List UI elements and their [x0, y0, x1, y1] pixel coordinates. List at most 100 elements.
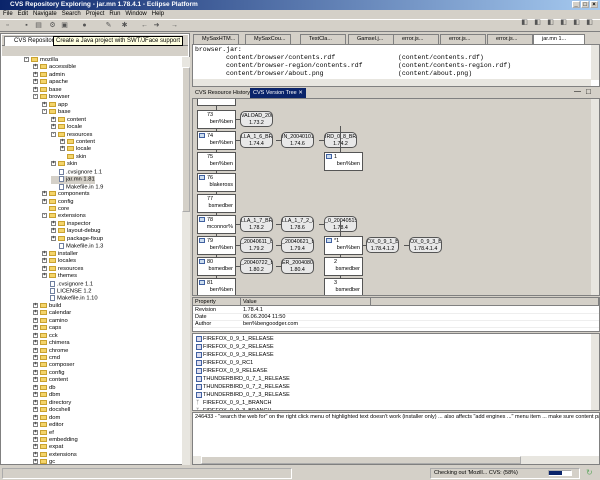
tag-list-item[interactable]: FIREFOX_0_9_1_RELEASE [196, 335, 274, 343]
expand-icon[interactable]: + [42, 250, 47, 256]
branch-revision-node[interactable]: 3 bsmedber [324, 278, 363, 295]
revision-node[interactable] [197, 99, 236, 106]
editor-tab[interactable]: MySaxHTM... [193, 34, 239, 44]
tree-folder[interactable]: - extensions [42, 213, 86, 220]
tree-folder[interactable]: + expat [33, 444, 63, 451]
tree-scrollbar[interactable] [182, 57, 190, 465]
tree-folder[interactable]: + locale [60, 146, 91, 153]
revision-node[interactable]: 75 ben%ben [197, 152, 236, 171]
expand-icon[interactable]: + [51, 228, 56, 234]
expand-icon[interactable]: + [33, 310, 38, 316]
expand-icon[interactable]: + [42, 273, 47, 279]
revision-node[interactable]: 77 bsmedber [197, 194, 236, 213]
tree-folder[interactable]: - base [42, 109, 71, 116]
expand-icon[interactable]: + [33, 340, 38, 346]
tree-folder[interactable]: + components [42, 191, 90, 198]
tag-node[interactable]: ER_20040804 1.80.4 [281, 258, 314, 274]
tree-folder[interactable]: + package-fixup [51, 235, 103, 243]
expand-icon[interactable]: + [51, 220, 56, 226]
tab-cvs-version-tree[interactable]: CVS Version Tree ✕ [250, 88, 306, 98]
tag-list-item[interactable]: ᛉ FIREFOX_0_9_1_BRANCH [196, 399, 271, 407]
expand-icon[interactable]: + [33, 414, 38, 420]
menu-run[interactable]: Run [109, 11, 120, 17]
tag-list-item[interactable]: THUNDERBIRD_0_7_1_RELEASE [196, 375, 290, 383]
tree-folder[interactable]: + directory [33, 399, 71, 407]
tag-node[interactable]: _20040722_BI 1.80.2 [240, 258, 273, 274]
tree-folder[interactable]: + content [51, 116, 86, 124]
expand-icon[interactable]: + [33, 325, 38, 331]
expand-icon[interactable]: + [33, 444, 38, 450]
nav-icon[interactable]: ➜ [152, 22, 161, 30]
expand-icon[interactable]: + [42, 101, 47, 107]
editor-tab[interactable]: error.js... [440, 34, 486, 44]
collapse-icon[interactable]: - [42, 213, 47, 219]
new-java-project-icon[interactable]: ⚙ [48, 22, 57, 30]
tags-scrollbar[interactable] [591, 334, 599, 410]
menu-edit[interactable]: Edit [18, 11, 28, 17]
tree-file[interactable]: .cvsignore 1.1 [51, 168, 102, 176]
tree-folder[interactable]: + locale [51, 124, 82, 131]
expand-icon[interactable]: + [51, 124, 56, 130]
column-header-property[interactable]: Property [193, 298, 241, 306]
menu-file[interactable]: File [3, 11, 13, 17]
tag-node[interactable]: OX_0_9_1_BR1.78.4.1.2 [366, 237, 399, 253]
minimize-view-icon[interactable]: — [574, 88, 581, 95]
expand-icon[interactable]: + [33, 407, 38, 413]
maximize-view-icon[interactable]: □ [586, 87, 591, 96]
column-header-value[interactable]: Value [241, 298, 371, 306]
editor-text[interactable]: browser.jar: content/browser/contents.rdf… [192, 44, 600, 87]
close-button[interactable]: × [590, 1, 598, 8]
tree-folder[interactable]: + content [33, 377, 68, 384]
menu-help[interactable]: Help [152, 11, 164, 17]
tag-list-item[interactable]: THUNDERBIRD_0_7_2_RELEASE [196, 383, 290, 391]
comment-text[interactable]: 246433 - "search the web for" on the rig… [192, 412, 600, 465]
expand-icon[interactable]: + [33, 392, 38, 398]
revision-node[interactable]: 81 ben%ben [197, 278, 236, 295]
tag-node[interactable]: LLA_1_6_BRA 1.74.4 [240, 132, 273, 148]
editor-tab[interactable]: error.js... [393, 34, 439, 44]
progress-view-icon[interactable]: ↻ [586, 468, 593, 477]
branch-revision-node[interactable]: 2 bsmedber [324, 257, 363, 276]
tree-folder[interactable]: + chimera [33, 340, 70, 347]
expand-icon[interactable]: + [33, 332, 38, 338]
tree-folder[interactable]: + caps [33, 325, 61, 332]
cvs-perspective-icon[interactable]: ◧ [533, 19, 542, 27]
tree-folder[interactable]: + config [42, 198, 73, 206]
expand-icon[interactable]: + [60, 138, 65, 144]
property-row[interactable]: Revision 1.78.4.1 [193, 307, 599, 314]
tag-list-item[interactable]: FIREFOX_0_9_RC1 [196, 359, 253, 367]
expand-icon[interactable]: + [33, 377, 38, 383]
expand-icon[interactable]: + [51, 116, 56, 122]
expand-icon[interactable]: + [42, 198, 47, 204]
tree-folder[interactable]: + resources [42, 265, 83, 273]
expand-icon[interactable]: + [33, 317, 38, 323]
debug-perspective-icon[interactable]: ◧ [546, 19, 555, 27]
forward-icon[interactable]: → [170, 22, 179, 30]
property-row[interactable]: Date 06.06.2004 11:50 [193, 314, 599, 321]
editor-tab[interactable]: jar.mn 1... [533, 34, 585, 44]
search-icon[interactable]: ✎ [104, 22, 113, 30]
tag-node[interactable]: VALOAD_20031.73.2 [240, 111, 273, 127]
maximize-button[interactable]: □ [581, 1, 589, 8]
expand-icon[interactable]: + [33, 347, 38, 353]
tag-node[interactable]: OX_0_9_3_BR1.78.4.1.4 [409, 237, 442, 253]
tree-folder[interactable]: + apache [33, 79, 68, 86]
tree-folder[interactable]: + composer [33, 362, 74, 369]
expand-icon[interactable]: + [42, 191, 47, 197]
tree-file[interactable]: LICENSE 1.2 [42, 287, 91, 295]
collapse-icon[interactable]: - [42, 109, 47, 115]
tag-list-item[interactable]: FIREFOX_0_9_3_RELEASE [196, 351, 274, 359]
tag-node[interactable]: _20040611_BI 1.79.2 [240, 237, 273, 253]
menu-project[interactable]: Project [86, 11, 105, 17]
new-icon[interactable]: ▫ [3, 22, 12, 30]
tree-file[interactable]: Makefile.in 1.3 [51, 243, 103, 250]
property-row[interactable]: Author ben%bengoodger.com [193, 321, 599, 328]
tree-folder[interactable]: - resources [51, 131, 92, 139]
tree-folder[interactable]: + calendar [33, 310, 71, 317]
editor-hscrollbar[interactable] [193, 79, 591, 86]
expand-icon[interactable]: + [33, 71, 38, 77]
tag-node[interactable]: _20040621_BI 1.79.4 [281, 237, 314, 253]
expand-icon[interactable]: + [33, 86, 38, 92]
tag-list-item[interactable]: FIREFOX_0_9_2_RELEASE [196, 343, 274, 351]
print-icon[interactable]: ▤ [34, 22, 43, 30]
